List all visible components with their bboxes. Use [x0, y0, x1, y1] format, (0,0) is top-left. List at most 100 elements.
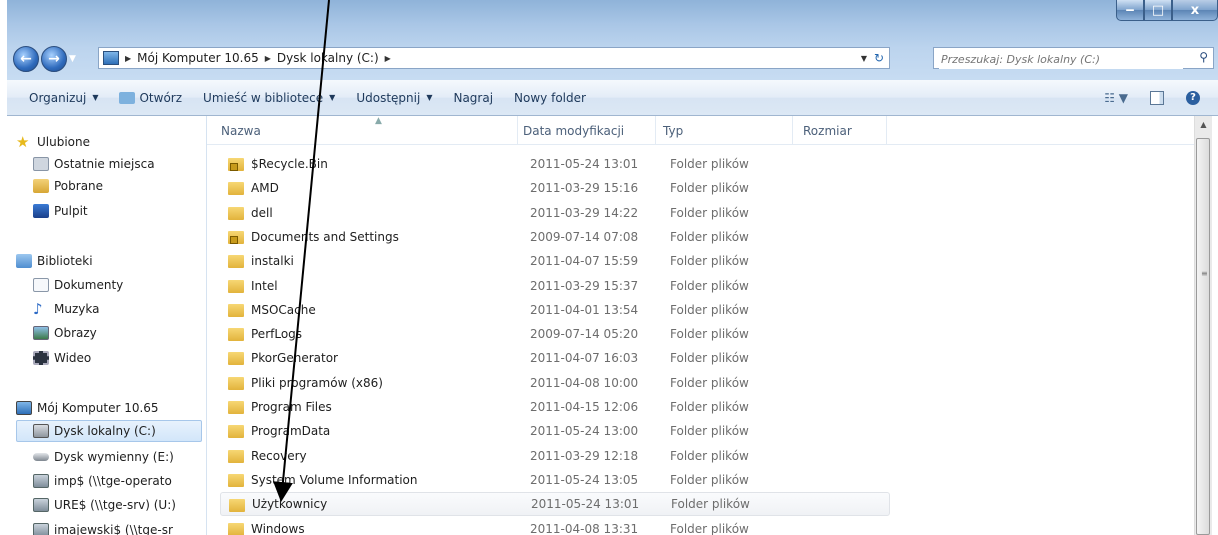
- folder-icon: [228, 376, 244, 390]
- search-icon[interactable]: ⚲: [1199, 50, 1208, 64]
- sidebar-item-desktop[interactable]: Pulpit: [33, 200, 206, 222]
- file-row[interactable]: Intel 2011-03-29 15:37 Folder plików: [220, 274, 890, 298]
- file-row[interactable]: Program Files 2011-04-15 12:06 Folder plik…: [220, 395, 890, 419]
- forward-button[interactable]: →: [41, 46, 67, 72]
- folder-icon: [229, 499, 245, 513]
- file-date: 2011-04-08 13:31: [530, 521, 639, 535]
- column-divider[interactable]: [655, 116, 656, 144]
- help-icon[interactable]: ?: [1186, 90, 1200, 105]
- column-divider[interactable]: [792, 116, 793, 144]
- burn-button[interactable]: Nagraj: [453, 91, 493, 105]
- file-type: Folder plików: [670, 521, 749, 535]
- file-name: instalki: [251, 254, 294, 269]
- file-row[interactable]: AMD 2011-03-29 15:16 Folder plików: [220, 176, 890, 200]
- folder-icon: [228, 352, 244, 366]
- include-in-library-button[interactable]: Umieść w bibliotece ▼: [203, 91, 335, 105]
- column-divider[interactable]: [517, 116, 518, 144]
- desktop-icon: [33, 204, 49, 218]
- title-bar: ‒ □ x ← → ▼ ▶ Mój Komputer 10.65 ▶ Dysk …: [7, 0, 1218, 80]
- file-row[interactable]: System Volume Information 2011-05-24 13:0…: [220, 468, 890, 492]
- maximize-button[interactable]: □: [1144, 0, 1172, 21]
- file-row[interactable]: dell 2011-03-29 14:22 Folder plików: [220, 201, 890, 225]
- file-name: Użytkownicy: [252, 497, 328, 512]
- window-controls: ‒ □ x: [1116, 0, 1218, 26]
- sidebar-item-libraries[interactable]: Biblioteki: [16, 250, 206, 272]
- sidebar-item-computer[interactable]: Mój Komputer 10.65: [16, 397, 206, 419]
- search-box[interactable]: ⚲: [933, 47, 1214, 69]
- breadcrumb-separator-icon[interactable]: ▶: [385, 54, 391, 63]
- file-row[interactable]: instalki 2011-04-07 15:59 Folder plików: [220, 249, 890, 273]
- video-icon: [33, 351, 49, 365]
- file-row[interactable]: PerfLogs 2009-07-14 05:20 Folder plików: [220, 322, 890, 346]
- recent-pages-dropdown-icon[interactable]: ▼: [69, 54, 76, 64]
- sidebar-item-downloads[interactable]: Pobrane: [33, 175, 206, 197]
- scroll-up-icon[interactable]: ▲: [1195, 116, 1212, 133]
- folder-icon: [228, 303, 244, 317]
- back-button[interactable]: ←: [13, 46, 39, 72]
- column-date[interactable]: Data modyfikacji: [523, 124, 624, 138]
- sidebar-item-pictures[interactable]: Obrazy: [33, 322, 206, 344]
- column-name[interactable]: Nazwa: [221, 124, 261, 138]
- chevron-down-icon: ▼: [329, 93, 336, 102]
- address-dropdown-icon[interactable]: ▼: [861, 54, 867, 63]
- folder-icon: [228, 182, 244, 196]
- change-view-icon[interactable]: ☷ ▼: [1104, 91, 1128, 105]
- file-date: 2011-03-29 15:16: [530, 181, 639, 196]
- folder-icon: [228, 328, 244, 342]
- sort-ascending-icon: ▲: [375, 116, 382, 126]
- forward-arrow-icon: →: [48, 51, 60, 67]
- file-row[interactable]: Documents and Settings 2009-07-14 07:08 Fo…: [220, 225, 890, 249]
- close-button[interactable]: x: [1172, 0, 1218, 21]
- sidebar-item-music[interactable]: ♪ Muzyka: [33, 298, 206, 320]
- search-input[interactable]: [939, 49, 1183, 69]
- file-name: Pliki programów (x86): [251, 375, 383, 390]
- address-bar[interactable]: ▶ Mój Komputer 10.65 ▶ Dysk lokalny (C:)…: [98, 47, 890, 69]
- sidebar-item-drive-e[interactable]: Dysk wymienny (E:): [33, 446, 206, 468]
- preview-pane-icon[interactable]: [1150, 90, 1164, 105]
- file-name: ProgramData: [251, 424, 331, 439]
- sidebar-item-favorites[interactable]: ★ Ulubione: [16, 131, 206, 153]
- breadcrumb-separator-icon[interactable]: ▶: [125, 54, 131, 63]
- vertical-scrollbar[interactable]: ▲ ≡: [1194, 116, 1212, 535]
- file-date: 2011-03-29 12:18: [530, 448, 639, 463]
- breadcrumb-computer[interactable]: Mój Komputer 10.65: [137, 51, 259, 65]
- column-type[interactable]: Typ: [663, 124, 683, 138]
- scrollbar-thumb[interactable]: ≡: [1196, 138, 1210, 535]
- file-row[interactable]: Recovery 2011-03-29 12:18 Folder plików: [220, 444, 890, 468]
- file-date: 2011-05-24 13:05: [530, 472, 639, 487]
- file-row[interactable]: PkorGenerator 2011-04-07 16:03 Folder plik…: [220, 346, 890, 370]
- share-button[interactable]: Udostępnij ▼: [356, 91, 432, 105]
- navigation-pane: ★ Ulubione Ostatnie miejsca Pobrane Pulpi…: [7, 116, 207, 535]
- file-row[interactable]: Pliki programów (x86) 2011-04-08 10:00 Fol…: [220, 371, 890, 395]
- refresh-icon[interactable]: ↻: [871, 51, 887, 65]
- file-row[interactable]: MSOCache 2011-04-01 13:54 Folder plików: [220, 298, 890, 322]
- sidebar-item-documents[interactable]: Dokumenty: [33, 274, 206, 296]
- music-icon: ♪: [33, 300, 43, 318]
- sidebar-item-share-ures[interactable]: URE$ (\\tge-srv) (U:): [33, 494, 206, 516]
- file-row[interactable]: Windows 2011-04-08 13:31 Folder plików: [220, 517, 890, 535]
- file-date: 2011-05-24 13:00: [530, 424, 639, 439]
- sidebar-item-drive-c[interactable]: Dysk lokalny (C:): [16, 420, 202, 442]
- breadcrumb-separator-icon[interactable]: ▶: [265, 54, 271, 63]
- open-button[interactable]: Otwórz: [119, 91, 182, 105]
- sidebar-item-share-imajewski[interactable]: imajewski$ (\\tge-sr: [33, 519, 206, 535]
- file-row[interactable]: ProgramData 2011-05-24 13:00 Folder plików: [220, 419, 890, 443]
- file-date: 2011-04-07 16:03: [530, 351, 639, 366]
- breadcrumb-drive-c[interactable]: Dysk lokalny (C:): [277, 51, 379, 65]
- file-name: Recovery: [251, 448, 307, 463]
- sidebar-item-share-imp[interactable]: imp$ (\\tge-operato: [33, 470, 206, 492]
- folder-icon: [228, 449, 244, 463]
- column-divider[interactable]: [886, 116, 887, 144]
- new-folder-button[interactable]: Nowy folder: [514, 91, 586, 105]
- column-size[interactable]: Rozmiar: [803, 124, 852, 138]
- minimize-button[interactable]: ‒: [1116, 0, 1144, 21]
- file-row[interactable]: Użytkownicy 2011-05-24 13:01 Folder plików: [220, 492, 890, 517]
- file-row[interactable]: $Recycle.Bin 2011-05-24 13:01 Folder plikó…: [220, 152, 890, 176]
- file-type: Folder plików: [670, 400, 749, 414]
- chevron-down-icon: ▼: [92, 93, 99, 102]
- removable-drive-icon: [33, 453, 49, 461]
- sidebar-item-video[interactable]: Wideo: [33, 347, 206, 369]
- file-name: MSOCache: [251, 302, 316, 317]
- organize-button[interactable]: Organizuj ▼: [29, 91, 98, 105]
- sidebar-item-recent[interactable]: Ostatnie miejsca: [33, 153, 206, 175]
